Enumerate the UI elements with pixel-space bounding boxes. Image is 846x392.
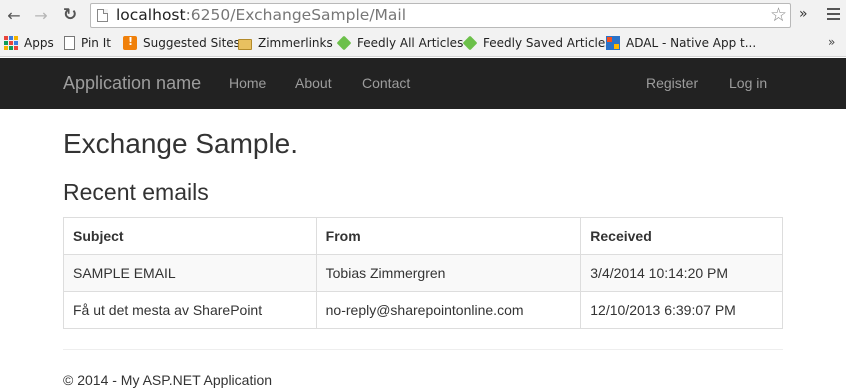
- extensions-overflow-icon[interactable]: »: [799, 6, 808, 22]
- page-icon: [64, 36, 75, 50]
- table-row: Få ut det mesta av SharePoint no-reply@s…: [63, 291, 783, 329]
- suggested-sites-icon: [123, 35, 137, 50]
- reload-icon[interactable]: ↻: [60, 5, 80, 25]
- bookmark-label: Feedly Saved Articles: [483, 36, 612, 50]
- emails-table: Subject From Received SAMPLE EMAIL Tobia…: [63, 217, 783, 329]
- feedly-icon: [462, 35, 478, 51]
- adal-icon: [606, 36, 620, 50]
- bookmarks-bar: Apps Pin It Suggested Sites Zimmerlinks …: [0, 31, 846, 57]
- bookmark-label: ADAL - Native App t...: [626, 36, 757, 50]
- column-header-subject: Subject: [63, 217, 317, 255]
- bookmark-label: Feedly All Articles: [357, 36, 464, 50]
- hamburger-menu-icon[interactable]: [827, 8, 840, 23]
- bookmark-apps[interactable]: Apps: [4, 36, 54, 50]
- email-from: Tobias Zimmergren: [315, 254, 582, 292]
- back-arrow-icon[interactable]: ←: [4, 5, 24, 25]
- page-title: Exchange Sample.: [63, 128, 299, 159]
- url-path: :6250/ExchangeSample/Mail: [185, 6, 407, 24]
- bookmark-feedly-saved[interactable]: Feedly Saved Articles: [462, 35, 612, 51]
- bookmark-star-icon[interactable]: ☆: [770, 4, 787, 26]
- more-bookmarks-button[interactable]: »: [828, 35, 835, 49]
- email-received: 12/10/2013 6:39:07 PM: [580, 291, 783, 329]
- bookmark-zimmerlinks[interactable]: Zimmerlinks: [238, 36, 333, 50]
- email-from: no-reply@sharepointonline.com: [315, 291, 582, 329]
- browser-toolbar: ← → ↻ localhost:6250/ExchangeSample/Mail…: [0, 0, 846, 31]
- bookmark-label: Apps: [24, 36, 54, 50]
- nav-link-about[interactable]: About: [295, 75, 332, 91]
- apps-grid-icon: [4, 36, 18, 50]
- page-icon: [97, 9, 108, 22]
- table-header-row: Subject From Received: [63, 217, 783, 255]
- address-url[interactable]: localhost:6250/ExchangeSample/Mail: [116, 6, 406, 24]
- site-navbar: Application name Home About Contact Regi…: [0, 58, 846, 109]
- bookmark-feedly-all[interactable]: Feedly All Articles: [336, 35, 464, 51]
- folder-icon: [238, 38, 252, 50]
- email-received: 3/4/2014 10:14:20 PM: [580, 254, 783, 292]
- nav-link-contact[interactable]: Contact: [362, 75, 410, 91]
- footer-copyright: © 2014 - My ASP.NET Application: [63, 372, 273, 388]
- column-header-received: Received: [580, 217, 783, 255]
- table-row: SAMPLE EMAIL Tobias Zimmergren 3/4/2014 …: [63, 254, 783, 292]
- brand-link[interactable]: Application name: [63, 73, 201, 94]
- bookmark-pin-it[interactable]: Pin It: [64, 36, 111, 50]
- nav-link-login[interactable]: Log in: [729, 75, 767, 91]
- bookmark-suggested-sites[interactable]: Suggested Sites: [123, 35, 240, 50]
- nav-link-home[interactable]: Home: [229, 75, 266, 91]
- column-header-from: From: [315, 217, 582, 255]
- bookmark-label: Zimmerlinks: [258, 36, 333, 50]
- bookmark-label: Suggested Sites: [143, 36, 240, 50]
- feedly-icon: [336, 35, 352, 51]
- email-subject: SAMPLE EMAIL: [63, 254, 317, 292]
- section-title: Recent emails: [63, 179, 209, 205]
- nav-link-register[interactable]: Register: [646, 75, 698, 91]
- url-host: localhost: [116, 6, 186, 24]
- bookmark-label: Pin It: [81, 36, 111, 50]
- bookmark-adal[interactable]: ADAL - Native App t...: [606, 36, 756, 50]
- forward-arrow-icon[interactable]: →: [31, 5, 51, 25]
- address-bar[interactable]: localhost:6250/ExchangeSample/Mail ☆: [90, 3, 791, 28]
- footer-divider: [63, 349, 783, 350]
- email-subject: Få ut det mesta av SharePoint: [63, 291, 317, 329]
